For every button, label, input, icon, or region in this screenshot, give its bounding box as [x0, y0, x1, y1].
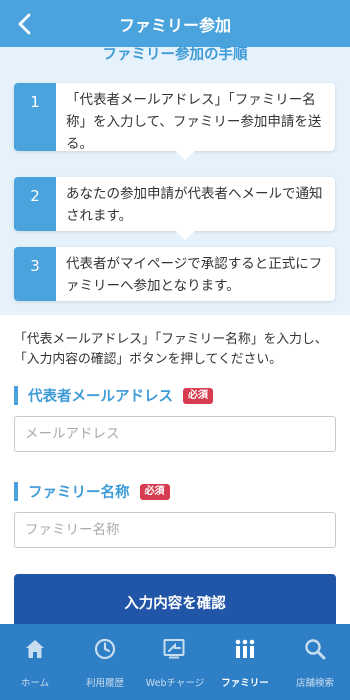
nav-label: 店舗検索: [295, 678, 334, 689]
step-text: 「代表者メールアドレス」「ファミリー名称」を入力して、ファミリー参加申請を送る。: [66, 92, 322, 152]
home-icon: [23, 637, 47, 661]
nav-item-home[interactable]: ホーム: [0, 624, 70, 700]
back-button[interactable]: [8, 8, 40, 40]
step-text: あなたの参加申請が代表者へメールで通知されます。: [66, 186, 323, 224]
step-text: 代表者がマイページで承認すると正式にファミリーへ参加となります。: [66, 256, 323, 294]
email-label-text: 代表者メールアドレス: [28, 389, 173, 405]
step-card-3: 3 代表者がマイページで承認すると正式にファミリーへ参加となります。: [14, 247, 335, 301]
label-accent-bar: [14, 482, 18, 501]
family-icon: [233, 637, 257, 661]
nav-label: ホーム: [20, 678, 50, 689]
email-field[interactable]: [14, 416, 336, 452]
required-badge: 必須: [183, 387, 213, 404]
step-number: 3: [14, 247, 56, 301]
steps-title: ファミリー参加の手順: [102, 47, 248, 63]
required-badge: 必須: [139, 483, 170, 500]
step-number: 2: [14, 177, 56, 231]
step-pointer: [174, 150, 196, 160]
nav-item-store-search[interactable]: 店舗検索: [280, 624, 350, 700]
nav-item-web-charge[interactable]: Webチャージ: [140, 624, 210, 700]
label-accent-bar: [14, 386, 18, 405]
step-card-2: 2 あなたの参加申請が代表者へメールで通知されます。: [14, 177, 335, 240]
nav-item-family[interactable]: ファミリー: [210, 624, 280, 700]
email-field-label: 代表者メールアドレス 必須: [14, 385, 213, 406]
nav-label: 利用履歴: [85, 678, 124, 689]
step-pointer: [174, 230, 196, 240]
chevron-left-icon: [18, 13, 31, 35]
nav-label: Webチャージ: [145, 678, 205, 689]
family-name-field-label: ファミリー名称 必須: [14, 481, 170, 502]
family-name-field[interactable]: [14, 512, 336, 548]
confirm-button[interactable]: 入力内容を確認: [14, 574, 336, 630]
charge-icon: [163, 637, 187, 661]
clock-icon: [93, 637, 117, 661]
steps-panel: ファミリー参加の手順 1 「代表者メールアドレス」「ファミリー名称」を入力して、…: [0, 47, 350, 315]
form-instructions: 「代表メールアドレス」「ファミリー名称」を入力し、「入力内容の確認」ボタンを押し…: [14, 332, 328, 367]
step-number: 1: [14, 83, 56, 151]
step-card-1: 1 「代表者メールアドレス」「ファミリー名称」を入力して、ファミリー参加申請を送…: [14, 83, 335, 160]
nav-item-history[interactable]: 利用履歴: [70, 624, 140, 700]
search-icon: [303, 637, 327, 661]
app-header: ファミリー参加: [0, 0, 350, 47]
bottom-nav: ホーム 利用履歴 Webチャージ ファミリー 店舗検索: [0, 624, 350, 700]
page-title: ファミリー参加: [118, 15, 231, 35]
family-name-label-text: ファミリー名称: [28, 485, 130, 501]
nav-label: ファミリー: [221, 678, 269, 689]
